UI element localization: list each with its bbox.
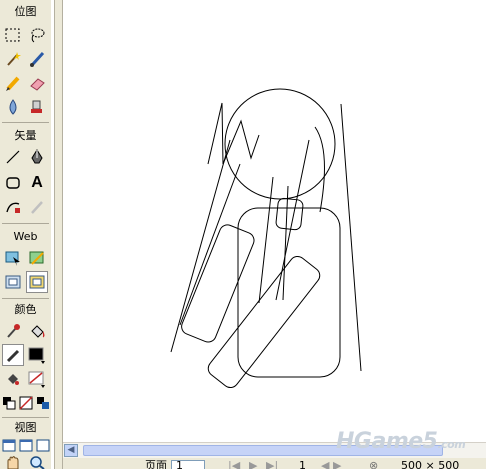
status-bar: 页面 1 |◀ ▶ ▶| 1 ◀ ▶ ⊗ 500 × 500 [63, 458, 486, 469]
first-frame-icon[interactable]: |◀ [228, 460, 240, 469]
full-screen-menus-icon[interactable] [17, 437, 34, 453]
magic-wand-icon[interactable] [2, 48, 24, 70]
hide-slices-icon[interactable] [2, 271, 24, 293]
scroll-left-button[interactable]: ◀ [64, 444, 78, 457]
lasso-tool-icon[interactable] [26, 24, 48, 46]
slice-tool-icon[interactable] [26, 247, 48, 269]
brush-tool-icon[interactable] [26, 48, 48, 70]
frame-number: 1 [299, 459, 306, 469]
section-title-web: Web [13, 230, 38, 243]
knife-tool-icon[interactable] [26, 196, 48, 218]
right-arm-rect [207, 255, 321, 389]
marquee-tool-icon[interactable] [2, 24, 24, 46]
inner-line-d [275, 139, 310, 301]
canvas-size: 500 × 500 [401, 459, 460, 469]
stroke-color-swatch[interactable] [26, 344, 48, 366]
pencil-tool-icon[interactable] [2, 72, 24, 94]
paint-bucket-icon[interactable] [26, 320, 48, 342]
torso-rect [237, 207, 341, 378]
text-tool-icon[interactable]: A [26, 172, 48, 194]
rubber-stamp-icon[interactable] [26, 96, 48, 118]
section-title-bitmap: 位图 [14, 5, 37, 18]
watermark-text: HGame5 [336, 429, 438, 454]
page-value: 1 [176, 459, 183, 469]
panel-gripper[interactable] [54, 0, 63, 469]
stick-figure-drawing [170, 88, 362, 389]
no-color-icon[interactable] [17, 392, 34, 414]
fill-color-swatch[interactable] [26, 368, 48, 390]
play-icon[interactable]: ▶ [249, 460, 257, 469]
hotspot-tool-icon[interactable] [2, 247, 24, 269]
zigzag-stroke [207, 102, 260, 165]
right-long-line [340, 103, 362, 372]
tools-panel: 位图 矢量 A Web 颜色 视图 [0, 0, 51, 469]
section-title-view: 视图 [14, 421, 37, 434]
arc-stroke [314, 126, 325, 213]
left-arm-rect [181, 224, 255, 343]
frame-nav-icon[interactable]: ◀ ▶ [321, 460, 341, 469]
text-tool-glyph: A [31, 174, 43, 191]
line-tool-icon[interactable] [2, 146, 24, 168]
section-divider [2, 122, 49, 123]
stroke-color-icon[interactable] [2, 344, 24, 366]
pen-tool-icon[interactable] [26, 146, 48, 168]
zoom-tool-icon[interactable] [26, 455, 48, 469]
head-circle [224, 88, 336, 200]
stop-icon[interactable]: ⊗ [369, 460, 378, 469]
full-screen-icon[interactable] [34, 437, 51, 453]
section-divider [2, 223, 49, 224]
watermark-logo: HGame5.com [336, 429, 466, 454]
standard-screen-icon[interactable] [0, 437, 17, 453]
show-slices-icon[interactable] [26, 271, 48, 293]
eyedropper-icon[interactable] [2, 320, 24, 342]
document-canvas[interactable] [63, 0, 486, 442]
next-frame-icon[interactable]: ▶| [266, 460, 278, 469]
eraser-tool-icon[interactable] [26, 72, 48, 94]
left-long-line [170, 139, 231, 353]
page-label: 页面 [145, 459, 167, 469]
inner-line-a [179, 163, 241, 326]
section-divider [2, 298, 49, 299]
swap-colors-icon[interactable] [34, 392, 51, 414]
hand-tool-icon[interactable] [2, 455, 24, 469]
rectangle-tool-icon[interactable] [2, 172, 24, 194]
section-title-vector: 矢量 [14, 129, 37, 142]
neck-rect [275, 197, 304, 231]
section-divider [2, 417, 49, 418]
fill-color-icon[interactable] [2, 368, 24, 390]
freeform-tool-icon[interactable] [2, 196, 24, 218]
default-colors-icon[interactable] [0, 392, 17, 414]
watermark-suffix: .com [437, 438, 466, 451]
section-title-colors: 颜色 [14, 303, 37, 316]
blur-tool-icon[interactable] [2, 96, 24, 118]
